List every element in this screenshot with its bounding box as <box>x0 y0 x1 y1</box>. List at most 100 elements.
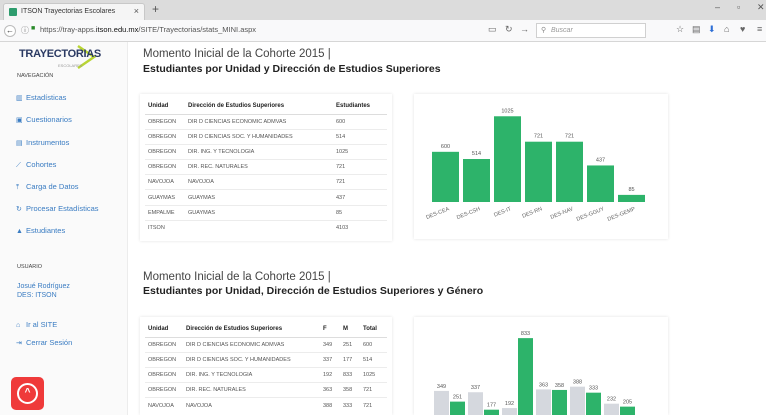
chart-tick-label: DES-RN <box>521 206 543 219</box>
table-cell: 600 <box>360 336 387 353</box>
chart-data-label: 205 <box>623 400 632 406</box>
bar-chart-icon: ▥ <box>16 95 23 102</box>
chart-bar <box>620 406 635 415</box>
chart-data-label: 232 <box>607 397 616 403</box>
table-row: OBREGON DIR. REC. NATURALES 721 <box>145 159 387 175</box>
table-cell: 349 <box>320 336 340 353</box>
scroll-top-button[interactable]: ^ <box>11 377 44 410</box>
new-tab-button[interactable]: + <box>152 3 159 16</box>
user-dept: DES: ITSON <box>17 292 57 299</box>
bookmark-star-icon[interactable]: ☆ <box>676 24 684 35</box>
library-icon[interactable]: ▤ <box>692 24 701 35</box>
table-cell: 1025 <box>333 143 387 160</box>
address-bar[interactable]: https://tray-apps.itson.edu.mx/SITE/Tray… <box>40 25 256 34</box>
sidebar-item-label: Ir al SITE <box>26 320 58 329</box>
menu-icon[interactable]: ≡ <box>757 24 762 34</box>
pocket-icon[interactable]: ♥ <box>740 24 745 34</box>
sidebar-item-label: Estadísticas <box>26 93 67 102</box>
upload-icon: ⤒ <box>16 184 20 191</box>
reload-icon[interactable]: ↻ <box>505 24 513 35</box>
chart-data-label: 192 <box>505 401 514 407</box>
students-gender-bar-chart: 349 251 337 177 192 833 363 358 388 333 232 205 <box>434 331 635 415</box>
url-path: /SITE/Trayectorias/stats_MINI.aspx <box>138 25 257 34</box>
sidebar-item-cuestionarios[interactable]: ▣ Cuestionarios <box>16 115 72 124</box>
table-cell: 437 <box>333 189 387 206</box>
students-by-unit-table: Unidad Dirección de Estudios Superiores … <box>145 99 387 236</box>
table-cell: 333 <box>340 397 360 413</box>
home-icon[interactable]: ⌂ <box>724 24 729 34</box>
sidebar-item-instrumentos[interactable]: ▤ Instrumentos <box>16 138 69 147</box>
back-button[interactable]: ← <box>4 25 16 37</box>
chart-data-label: 514 <box>472 151 481 157</box>
table-cell: 514 <box>360 351 387 368</box>
col-header: Estudiantes <box>333 99 387 115</box>
sidebar-item-carga-de-datos[interactable]: ⤒ Carga de Datos <box>16 182 79 192</box>
table-cell: DIR. REC. NATURALES <box>183 382 320 398</box>
chart-bar <box>556 141 583 202</box>
chart-bar <box>450 401 465 415</box>
table-cell: OBREGON <box>145 113 185 130</box>
dropdown-arrow-icon[interactable]: → <box>520 24 529 34</box>
table-row: OBREGON DIR D CIENCIAS SOC. Y HUMANIDADES… <box>145 351 387 368</box>
maximize-button[interactable]: ▫ <box>737 2 740 12</box>
download-icon[interactable]: ⬇ <box>708 24 716 35</box>
col-header: Unidad <box>145 99 185 115</box>
table-cell: 337 <box>320 351 340 368</box>
table-cell: GUAYMAS <box>185 204 333 221</box>
sidebar-item-cohortes[interactable]: ⟋ Cohortes <box>16 160 56 170</box>
table-cell: NAVOJOA <box>185 174 333 190</box>
reader-view-icon[interactable]: ▭ <box>488 24 497 35</box>
user-name[interactable]: Josué Rodríguez DES: ITSON <box>17 282 70 300</box>
sidebar-item-estudiantes[interactable]: ▲ Estudiantes <box>16 226 65 235</box>
graduation-icon: ▲ <box>16 228 23 235</box>
chart-bar <box>570 386 585 415</box>
url-domain: itson.edu.mx <box>95 25 139 34</box>
table-row: OBREGON DIR. ING. Y TECNOLOGIA 192 833 1025 <box>145 366 387 383</box>
logout-icon: ⇥ <box>16 340 22 347</box>
table-cell: DIR D CIENCIAS ECONOMIC ADMVAS <box>183 336 320 353</box>
close-window-button[interactable]: ✕ <box>757 2 765 13</box>
table-cell: OBREGON <box>145 128 185 145</box>
table-cell: DIR D CIENCIAS ECONOMIC ADMVAS <box>185 113 333 130</box>
table-cell: 388 <box>320 397 340 413</box>
sidebar-item-label: Cuestionarios <box>26 115 72 124</box>
table-cell: 4103 <box>333 219 387 236</box>
table-row: OBREGON DIR. ING. Y TECNOLOGIA 1025 <box>145 143 387 160</box>
table-cell: 514 <box>333 128 387 145</box>
nav-heading: NAVEGACIÓN <box>17 73 54 79</box>
students-bar-chart: 600 DES-CEA 514 DES-CSH 1025 DES-IT 721 DES-RN 7… <box>425 108 645 223</box>
chart-bar <box>536 389 551 415</box>
table-cell: DIR. ING. Y TECNOLOGIA <box>185 143 333 160</box>
user-heading: USUARIO <box>17 264 43 270</box>
chart-bar <box>587 165 614 202</box>
chart-bar <box>525 141 552 202</box>
tab-close-icon[interactable]: × <box>134 4 139 19</box>
browser-tab-bar: ITSON Trayectorias Escolares × + – ▫ ✕ <box>0 0 766 20</box>
chart-data-label: 85 <box>628 187 634 193</box>
app-logo[interactable]: TRAYECTORIAS <box>19 48 101 60</box>
search-input[interactable]: ⚲ Buscar <box>536 23 646 38</box>
chart-data-label: 177 <box>487 403 496 409</box>
table-cell: DIR. ING. Y TECNOLOGIA <box>183 366 320 383</box>
chart-data-label: 251 <box>453 395 462 401</box>
chart-tick-label: DES-GGUY <box>576 206 606 223</box>
lock-icon: ■ <box>31 25 36 32</box>
col-header: Unidad <box>145 322 183 338</box>
col-header: Dirección de Estudios Superiores <box>183 322 320 338</box>
minimize-button[interactable]: – <box>715 2 720 12</box>
browser-tab[interactable]: ITSON Trayectorias Escolares × <box>3 3 145 20</box>
info-icon[interactable]: ⓘ <box>21 25 29 36</box>
section1-title: Momento Inicial de la Cohorte 2015 | <box>143 48 331 60</box>
chart-bar <box>502 408 517 415</box>
table-cell: ITSON <box>145 219 185 236</box>
sidebar-item-cerrar-sesion[interactable]: ⇥ Cerrar Sesión <box>16 338 72 347</box>
form-icon: ▣ <box>16 117 23 124</box>
sidebar-item-procesar-estadisticas[interactable]: ↻ Procesar Estadísticas <box>16 204 99 213</box>
sidebar-item-estadisticas[interactable]: ▥ Estadísticas <box>16 93 66 102</box>
table-cell <box>185 219 333 236</box>
chart-bar <box>518 338 533 415</box>
table-cell: NAVOJOA <box>183 397 320 413</box>
sidebar-item-ir-al-site[interactable]: ⌂ Ir al SITE <box>16 320 57 329</box>
chart-data-label: 337 <box>471 385 480 391</box>
chart-tick-label: DES-CSH <box>456 206 481 221</box>
